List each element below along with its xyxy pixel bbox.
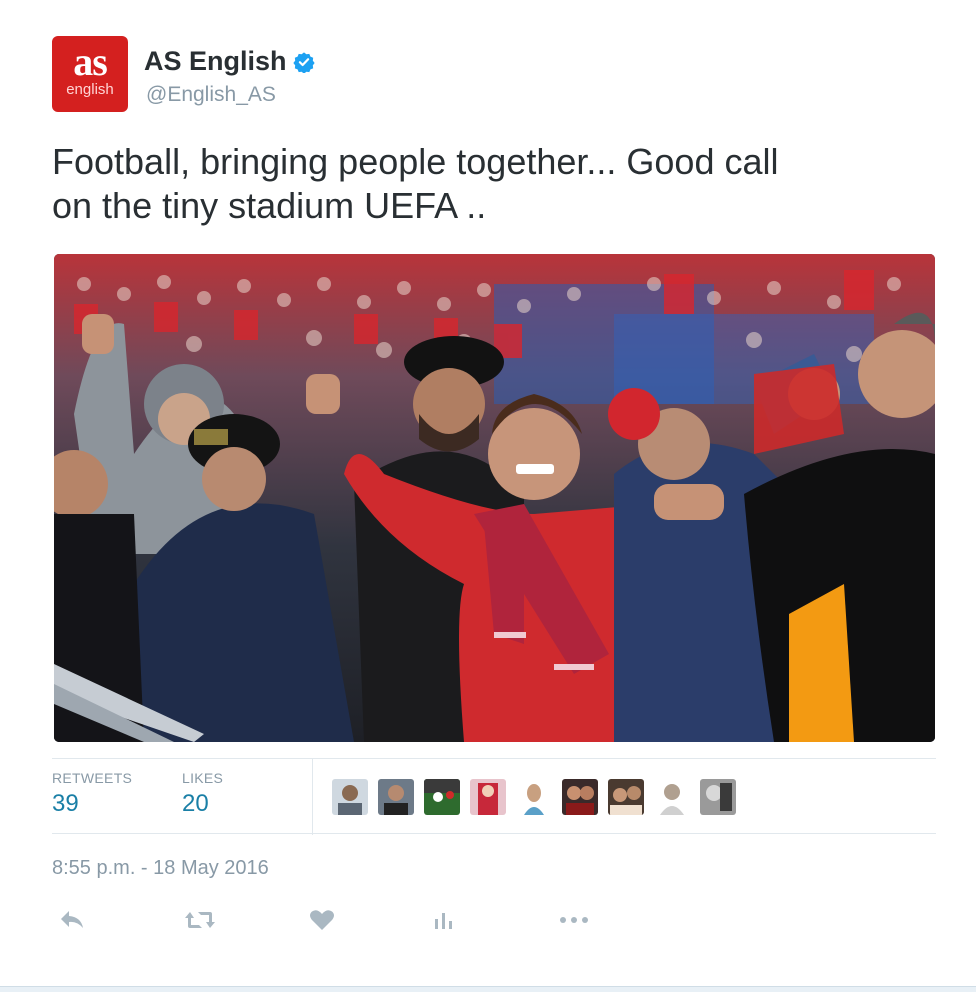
likes-count: 20 — [182, 790, 209, 817]
liker-avatar[interactable] — [378, 779, 414, 815]
reply-button[interactable] — [52, 902, 92, 938]
retweets-stat[interactable]: RETWEETS 39 — [52, 769, 132, 821]
tweet-actions — [52, 902, 652, 938]
avatar-logo-text: as — [73, 39, 108, 84]
liker-avatar[interactable] — [516, 779, 552, 815]
retweet-icon — [185, 912, 215, 928]
verified-badge-icon — [292, 52, 315, 73]
liker-avatar[interactable] — [470, 779, 506, 815]
stats-divider — [312, 759, 313, 835]
liker-avatar[interactable] — [562, 779, 598, 815]
retweet-button[interactable] — [180, 902, 220, 938]
analytics-button[interactable] — [424, 902, 464, 938]
tweet-stats: RETWEETS 39 LIKES 20 — [52, 758, 936, 835]
tweet-text-line: on the tiny stadium UEFA .. — [52, 185, 487, 226]
avatar[interactable]: as english — [52, 36, 128, 112]
crowd-photo-illustration — [54, 254, 935, 742]
tweet-timestamp[interactable]: 8:55 p.m. - 18 May 2016 — [52, 856, 269, 880]
tweet-photo[interactable] — [54, 254, 935, 742]
reply-icon — [61, 911, 83, 928]
likers-avatars — [332, 779, 746, 815]
liker-avatar[interactable] — [654, 779, 690, 815]
liker-avatar[interactable] — [700, 779, 736, 815]
liker-avatar[interactable] — [332, 779, 368, 815]
more-icon — [560, 917, 588, 923]
user-name-row: AS English — [144, 44, 315, 78]
likes-stat[interactable]: LIKES 20 — [182, 769, 223, 821]
like-button[interactable] — [302, 902, 342, 938]
liker-avatar[interactable] — [608, 779, 644, 815]
retweets-label: RETWEETS — [52, 770, 133, 786]
analytics-icon — [435, 913, 452, 929]
heart-icon — [310, 910, 334, 930]
user-fullname[interactable]: AS English — [144, 44, 287, 78]
liker-avatar[interactable] — [424, 779, 460, 815]
retweets-count: 39 — [52, 790, 79, 817]
bottom-strip — [0, 986, 976, 992]
user-handle[interactable]: @English_AS — [146, 82, 276, 108]
more-button[interactable] — [554, 902, 594, 938]
avatar-logo-subtext: english — [66, 81, 114, 98]
tweet-text-line: Football, bringing people together... Go… — [52, 141, 779, 182]
tweet-card: as english AS English @English_AS Footba… — [0, 0, 976, 992]
likes-label: LIKES — [182, 770, 224, 786]
tweet-text: Football, bringing people together... Go… — [52, 140, 932, 228]
